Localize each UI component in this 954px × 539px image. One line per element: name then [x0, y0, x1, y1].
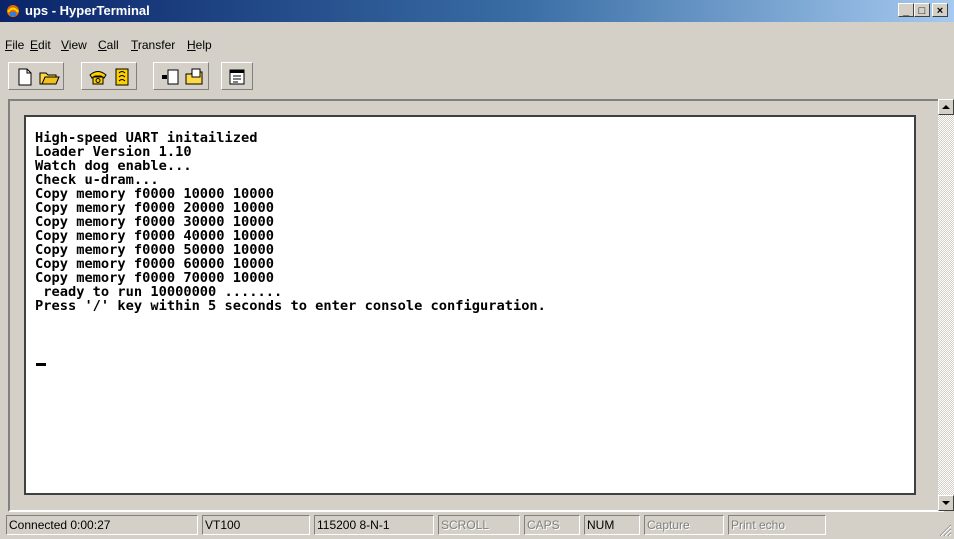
status-capture: Capture: [644, 515, 724, 535]
text-cursor: [36, 363, 46, 366]
status-port-settings: 115200 8-N-1: [314, 515, 434, 535]
toolbar-group-transfer: [153, 62, 209, 90]
status-scroll: SCROLL: [438, 515, 520, 535]
menu-edit[interactable]: Edit: [30, 38, 51, 52]
hyperterminal-app-icon[interactable]: [5, 3, 21, 19]
scroll-up-button[interactable]: [938, 99, 954, 115]
close-button[interactable]: ×: [932, 3, 948, 17]
terminal-screen[interactable]: High-speed UART initailized Loader Versi…: [24, 115, 916, 495]
toolbar-group-properties: [221, 62, 253, 90]
new-document-icon[interactable]: [14, 66, 36, 88]
status-emulation: VT100: [202, 515, 310, 535]
toolbar-group-call: [81, 62, 137, 90]
properties-icon[interactable]: [226, 66, 248, 88]
minimize-button[interactable]: _: [898, 3, 914, 17]
menu-view[interactable]: View: [61, 38, 87, 52]
scroll-down-icon: [942, 501, 950, 505]
terminal-line: Press '/' key within 5 seconds to enter …: [35, 298, 546, 314]
status-num: NUM: [584, 515, 640, 535]
terminal-frame: High-speed UART initailized Loader Versi…: [8, 99, 944, 512]
title-bar[interactable]: ups - HyperTerminal _ □ ×: [0, 0, 954, 22]
receive-file-icon[interactable]: [183, 66, 205, 88]
maximize-icon: □: [918, 5, 926, 17]
window-title: ups - HyperTerminal: [25, 3, 150, 18]
menu-help[interactable]: Help: [187, 38, 212, 52]
menu-bar: File Edit View Call Transfer Help: [0, 34, 954, 54]
send-file-icon[interactable]: [159, 66, 181, 88]
menu-transfer[interactable]: Transfer: [131, 38, 175, 52]
menu-call[interactable]: Call: [98, 38, 119, 52]
scroll-up-icon: [942, 105, 950, 109]
close-icon: ×: [936, 5, 944, 17]
terminal-output: High-speed UART initailized Loader Versi…: [35, 131, 546, 313]
status-connected: Connected 0:00:27: [6, 515, 198, 535]
vertical-scrollbar[interactable]: [938, 99, 954, 511]
menu-file[interactable]: File: [5, 38, 24, 52]
minimize-icon: _: [902, 5, 910, 17]
toolbar-group-file: [8, 62, 64, 90]
status-print-echo: Print echo: [728, 515, 826, 535]
disconnect-phone-icon[interactable]: [111, 66, 133, 88]
phone-icon[interactable]: [87, 66, 109, 88]
maximize-button[interactable]: □: [914, 3, 930, 17]
status-bar: Connected 0:00:27 VT100 115200 8-N-1 SCR…: [0, 513, 954, 539]
status-caps: CAPS: [524, 515, 580, 535]
resize-grip-icon[interactable]: [938, 523, 952, 537]
scroll-down-button[interactable]: [938, 495, 954, 511]
open-folder-icon[interactable]: [38, 66, 60, 88]
toolbar: [0, 58, 954, 96]
